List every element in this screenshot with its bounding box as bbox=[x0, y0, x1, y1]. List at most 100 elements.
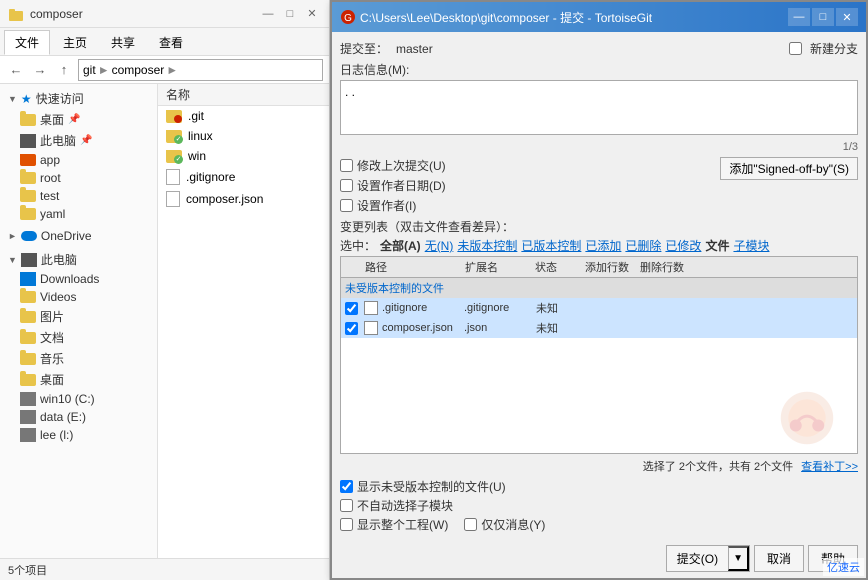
row-ext-gitignore: .gitignore bbox=[464, 302, 534, 314]
sidebar-item-yaml[interactable]: yaml bbox=[0, 205, 157, 223]
show-whole-project-checkbox[interactable] bbox=[340, 518, 353, 531]
file-item-git[interactable]: .git bbox=[158, 106, 329, 126]
drive-icon-c bbox=[20, 392, 36, 406]
show-whole-project-label[interactable]: 显示整个工程(W) bbox=[340, 516, 448, 533]
sidebar-item-videos[interactable]: Videos bbox=[0, 288, 157, 306]
author-date-checkbox-label[interactable]: 设置作者日期(D) bbox=[340, 177, 446, 194]
dialog-minimize-btn[interactable]: — bbox=[788, 8, 810, 26]
file-item-composerjson[interactable]: composer.json bbox=[158, 188, 329, 210]
sidebar-item-drive-l[interactable]: lee (l:) bbox=[0, 426, 157, 444]
explorer-maximize-btn[interactable]: □ bbox=[281, 6, 299, 22]
ribbon-tab-view[interactable]: 查看 bbox=[148, 30, 194, 55]
sidebar-header-onedrive[interactable]: ► OneDrive bbox=[0, 227, 157, 245]
sidebar-section-thispc: ▼ 此电脑 Downloads Videos 图片 bbox=[0, 249, 157, 444]
ribbon-tab-file[interactable]: 文件 bbox=[4, 30, 50, 55]
cancel-btn[interactable]: 取消 bbox=[754, 545, 804, 572]
sidebar: ▼ ★ 快速访问 桌面 📌 此电脑 📌 app bbox=[0, 84, 158, 558]
chevron-onedrive: ► bbox=[8, 231, 17, 241]
explorer-minimize-btn[interactable]: — bbox=[259, 6, 277, 22]
tab-unversioned[interactable]: 未版本控制 bbox=[457, 237, 517, 254]
file-name-git: .git bbox=[188, 109, 204, 123]
breadcrumb[interactable]: git ► composer ► bbox=[78, 59, 323, 81]
col-header-add: 添加行数 bbox=[585, 259, 640, 275]
tab-modified[interactable]: 已修改 bbox=[665, 237, 701, 254]
sidebar-item-documents[interactable]: 文档 bbox=[0, 327, 157, 348]
sidebar-item-desktop[interactable]: 桌面 📌 bbox=[0, 109, 157, 130]
ribbon-tab-share[interactable]: 共享 bbox=[100, 30, 146, 55]
sidebar-item-root[interactable]: root bbox=[0, 169, 157, 187]
explorer-close-btn[interactable]: ✕ bbox=[303, 6, 321, 22]
amend-checkbox[interactable] bbox=[340, 159, 353, 172]
forward-btn[interactable]: → bbox=[30, 60, 50, 80]
tab-submodules[interactable]: 子模块 bbox=[733, 237, 769, 254]
sidebar-label-drive-e: data (E:) bbox=[40, 410, 86, 424]
sidebar-item-drive-e[interactable]: data (E:) bbox=[0, 408, 157, 426]
sidebar-header-quickaccess[interactable]: ▼ ★ 快速访问 bbox=[0, 88, 157, 109]
sidebar-label-quickaccess: 快速访问 bbox=[36, 90, 84, 107]
tab-deleted[interactable]: 已删除 bbox=[625, 237, 661, 254]
options-row: 修改上次提交(U) 设置作者日期(D) 设置作者(I) 添加"Signed-of… bbox=[340, 157, 858, 214]
tab-all[interactable]: 全部(A) bbox=[380, 237, 421, 254]
folder-icon-root bbox=[20, 172, 36, 184]
commit-btn-dropdown[interactable]: ▼ bbox=[728, 546, 749, 571]
folder-icon-yaml bbox=[20, 208, 36, 220]
file-item-gitignore[interactable]: .gitignore bbox=[158, 166, 329, 188]
changes-table: 路径 扩展名 状态 添加行数 删除行数 未受版本控制的文件 .gitignore bbox=[340, 256, 858, 454]
ribbon-tab-home[interactable]: 主页 bbox=[52, 30, 98, 55]
commit-to-row: 提交至： master 新建分支 bbox=[340, 40, 858, 57]
no-auto-select-checkbox[interactable] bbox=[340, 499, 353, 512]
sidebar-item-thispc[interactable]: 此电脑 📌 bbox=[0, 130, 157, 151]
sidebar-item-app[interactable]: app bbox=[0, 151, 157, 169]
file-list: 名称 .git ✓ linux ✓ bbox=[158, 84, 329, 558]
set-author-checkbox[interactable] bbox=[340, 199, 353, 212]
show-unversioned-checkbox[interactable] bbox=[340, 480, 353, 493]
row-check-gitignore[interactable] bbox=[345, 302, 358, 315]
only-messages-label[interactable]: 仅仅消息(Y) bbox=[464, 516, 545, 533]
breadcrumb-git[interactable]: git bbox=[83, 63, 96, 77]
ribbon: 文件 主页 共享 查看 bbox=[0, 28, 329, 56]
new-branch-label: 新建分支 bbox=[810, 40, 858, 57]
tab-versioned[interactable]: 已版本控制 bbox=[521, 237, 581, 254]
sidebar-item-downloads[interactable]: Downloads bbox=[0, 270, 157, 288]
sidebar-item-drive-c[interactable]: win10 (C:) bbox=[0, 390, 157, 408]
explorer-title-icon bbox=[8, 7, 22, 21]
col-header-status: 状态 bbox=[535, 259, 585, 275]
status-bar-text: 5个项目 bbox=[8, 562, 47, 578]
row-check-composerjson[interactable] bbox=[345, 322, 358, 335]
commit-btn-main[interactable]: 提交(O) bbox=[667, 546, 728, 571]
add-signed-btn[interactable]: 添加"Signed-off-by"(S) bbox=[720, 157, 858, 180]
pin-icon-desktop: 📌 bbox=[68, 114, 80, 125]
git-ok-folder-icon-linux: ✓ bbox=[166, 130, 182, 143]
sidebar-item-test[interactable]: test bbox=[0, 187, 157, 205]
sidebar-item-desktop2[interactable]: 桌面 bbox=[0, 369, 157, 390]
table-row-composerjson[interactable]: composer.json .json 未知 bbox=[341, 318, 857, 338]
show-unversioned-label[interactable]: 显示未受版本控制的文件(U) bbox=[340, 478, 858, 495]
no-auto-select-label[interactable]: 不自动选择子模块 bbox=[340, 497, 858, 514]
sidebar-header-thispc[interactable]: ▼ 此电脑 bbox=[0, 249, 157, 270]
view-diff-link[interactable]: 查看补丁>> bbox=[801, 458, 858, 474]
tab-none[interactable]: 无(N) bbox=[425, 237, 454, 254]
log-textarea[interactable]: . . bbox=[340, 80, 858, 135]
up-btn[interactable]: ↑ bbox=[54, 60, 74, 80]
sidebar-item-music[interactable]: 音乐 bbox=[0, 348, 157, 369]
author-date-checkbox[interactable] bbox=[340, 179, 353, 192]
group-header-unversioned[interactable]: 未受版本控制的文件 bbox=[341, 278, 857, 298]
tab-added[interactable]: 已添加 bbox=[585, 237, 621, 254]
file-name-win: win bbox=[188, 149, 206, 163]
dialog-close-btn[interactable]: ✕ bbox=[836, 8, 858, 26]
sidebar-label-desktop: 桌面 bbox=[40, 111, 64, 128]
new-branch-checkbox[interactable] bbox=[789, 42, 802, 55]
file-item-win[interactable]: ✓ win bbox=[158, 146, 329, 166]
download-icon bbox=[20, 272, 36, 286]
sidebar-item-pictures[interactable]: 图片 bbox=[0, 306, 157, 327]
breadcrumb-composer[interactable]: composer bbox=[112, 63, 165, 77]
dialog-maximize-btn[interactable]: □ bbox=[812, 8, 834, 26]
only-messages-checkbox[interactable] bbox=[464, 518, 477, 531]
file-item-linux[interactable]: ✓ linux bbox=[158, 126, 329, 146]
amend-checkbox-label[interactable]: 修改上次提交(U) bbox=[340, 157, 446, 174]
back-btn[interactable]: ← bbox=[6, 60, 26, 80]
tab-files[interactable]: 文件 bbox=[705, 237, 729, 254]
set-author-checkbox-label[interactable]: 设置作者(I) bbox=[340, 197, 446, 214]
changes-label: 变更列表（双击文件查看差异）： bbox=[340, 218, 858, 235]
table-row-gitignore[interactable]: .gitignore .gitignore 未知 bbox=[341, 298, 857, 318]
